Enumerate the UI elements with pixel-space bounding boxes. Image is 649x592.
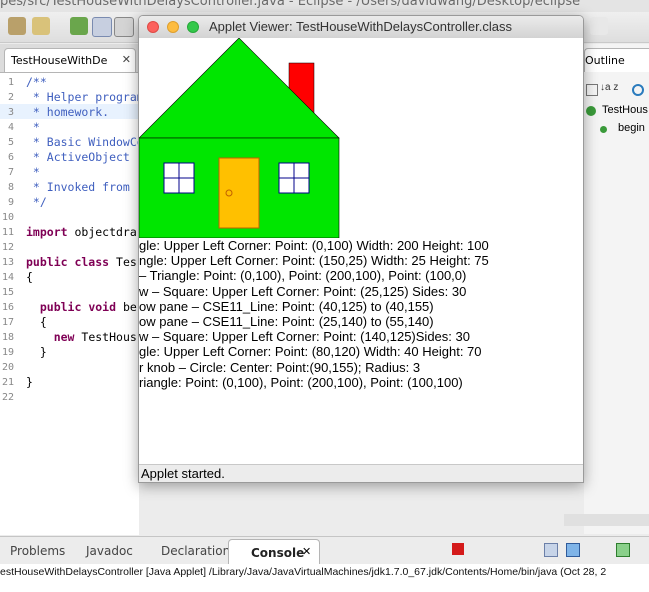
eclipse-window-title: pes/src/TestHouseWithDelaysController.ja… xyxy=(0,0,649,12)
outline-item-class[interactable]: TestHous xyxy=(602,104,648,116)
debug-icon[interactable] xyxy=(70,17,88,35)
code-line: } xyxy=(26,375,33,389)
hide-fields-icon[interactable] xyxy=(632,84,644,96)
class-icon xyxy=(586,106,596,116)
door xyxy=(218,157,260,229)
applet-status-bar: Applet started. xyxy=(139,464,583,482)
pin-console-icon[interactable] xyxy=(544,543,558,557)
code-line: * xyxy=(26,120,40,134)
editor-tab[interactable]: TestHouseWithDe ✕ xyxy=(4,48,136,72)
code-line: public void be xyxy=(39,300,137,314)
code-line: * Basic WindowCo xyxy=(26,135,144,149)
code-line: { xyxy=(26,270,33,284)
outline-panel: Outline ↓a z TestHous begin xyxy=(584,44,649,534)
tab-console[interactable]: Console ✕ xyxy=(228,539,320,565)
code-line: import objectdra xyxy=(26,225,137,239)
code-line: public class Tes xyxy=(26,255,137,269)
display-console-icon[interactable] xyxy=(566,543,580,557)
line-number: 3 xyxy=(7,107,14,118)
line-number: 18 xyxy=(1,332,14,343)
build-icon[interactable] xyxy=(32,17,50,35)
line-number: 16 xyxy=(1,302,14,313)
applet-title: Applet Viewer: TestHouseWithDelaysContro… xyxy=(209,19,512,34)
line-number: 22 xyxy=(1,392,14,403)
log-line: gle: Upper Left Corner: Point: (80,120) … xyxy=(139,344,482,360)
house-drawing xyxy=(139,38,340,238)
package-icon[interactable] xyxy=(8,17,26,35)
line-number: 5 xyxy=(7,137,14,148)
console-output: estHouseWithDelaysController [Java Apple… xyxy=(0,564,649,592)
outline-tab[interactable]: Outline xyxy=(584,48,649,72)
line-number: 12 xyxy=(1,242,14,253)
code-line: * ActiveObject xyxy=(26,150,130,164)
code-line: } xyxy=(26,345,47,359)
line-number: 9 xyxy=(7,197,14,208)
log-line: ngle: Upper Left Corner: Point: (150,25)… xyxy=(139,253,489,269)
line-number: 15 xyxy=(1,287,14,298)
line-number: 1 xyxy=(7,77,14,88)
applet-status-text: Applet started. xyxy=(141,466,225,481)
minimize-window-icon[interactable] xyxy=(167,21,179,33)
log-line: riangle: Point: (0,100), Point: (200,100… xyxy=(139,374,463,390)
close-icon[interactable]: ✕ xyxy=(302,545,311,558)
toggle-icon[interactable] xyxy=(114,17,134,37)
line-number: 2 xyxy=(7,92,14,103)
console-tab-bar: Problems Javadoc Declaration Console ✕ xyxy=(0,536,649,565)
close-window-icon[interactable] xyxy=(147,21,159,33)
applet-viewer-window: Applet Viewer: TestHouseWithDelaysContro… xyxy=(138,15,584,483)
log-line: r knob – Circle: Center: Point:(90,155);… xyxy=(139,359,421,375)
code-line: * xyxy=(26,165,40,179)
line-number: 6 xyxy=(7,152,14,163)
line-number: 11 xyxy=(1,227,14,238)
sort-icon[interactable]: ↓a z xyxy=(600,82,618,93)
tab-javadoc[interactable]: Javadoc xyxy=(86,544,133,558)
highlight-icon[interactable] xyxy=(92,17,112,37)
log-line: – Triangle: Point: (0,100), Point: (200,… xyxy=(139,268,467,284)
editor-tab-bar: TestHouseWithDe ✕ xyxy=(0,44,139,73)
log-line: w – Square: Upper Left Corner: Point: (1… xyxy=(139,329,470,345)
eclipse-title-text: pes/src/TestHouseWithDelaysController.ja… xyxy=(0,0,581,9)
line-number: 17 xyxy=(1,317,14,328)
tab-console-label: Console xyxy=(251,546,305,560)
code-line: * Helper program xyxy=(26,90,144,104)
log-line: w – Square: Upper Left Corner: Point: (2… xyxy=(139,283,467,299)
editor-tab-label: TestHouseWithDe xyxy=(11,54,108,67)
code-line: * Invoked from xyxy=(26,180,130,194)
line-number: 20 xyxy=(1,362,14,373)
code-line: * homework. xyxy=(26,105,110,119)
line-number: 10 xyxy=(1,212,14,223)
code-line: { xyxy=(26,315,47,329)
line-number: 19 xyxy=(1,347,14,358)
line-number: 7 xyxy=(7,167,14,178)
code-line: new TestHous xyxy=(53,330,137,344)
method-icon xyxy=(600,126,607,133)
log-line: ow pane – CSE11_Line: Point: (25,140) to… xyxy=(139,314,434,329)
new-console-icon[interactable] xyxy=(616,543,630,557)
console-process-line: estHouseWithDelaysController [Java Apple… xyxy=(0,566,607,578)
zoom-window-icon[interactable] xyxy=(187,21,199,33)
perspective-icon[interactable] xyxy=(590,17,608,35)
close-icon[interactable]: ✕ xyxy=(122,53,131,66)
line-number: 21 xyxy=(1,377,14,388)
applet-titlebar[interactable]: Applet Viewer: TestHouseWithDelaysContro… xyxy=(139,16,583,39)
code-line: /** xyxy=(26,75,47,89)
line-number: 14 xyxy=(1,272,14,283)
log-line: gle: Upper Left Corner: Point: (0,100) W… xyxy=(139,238,489,253)
outline-tab-label: Outline xyxy=(585,54,625,67)
code-line: */ xyxy=(26,195,47,209)
outline-item-method[interactable]: begin xyxy=(618,122,645,134)
line-number: 8 xyxy=(7,182,14,193)
tab-declaration[interactable]: Declaration xyxy=(161,544,230,558)
tab-problems[interactable]: Problems xyxy=(10,544,65,558)
applet-canvas[interactable]: gle: Upper Left Corner: Point: (0,100) W… xyxy=(139,38,583,464)
outline-scrollbar[interactable] xyxy=(564,514,649,526)
collapse-all-icon[interactable] xyxy=(586,84,598,96)
log-line: ow pane – CSE11_Line: Point: (40,125) to… xyxy=(139,298,434,314)
line-number: 13 xyxy=(1,257,14,268)
terminate-icon[interactable] xyxy=(452,543,464,555)
line-number: 4 xyxy=(7,122,14,133)
